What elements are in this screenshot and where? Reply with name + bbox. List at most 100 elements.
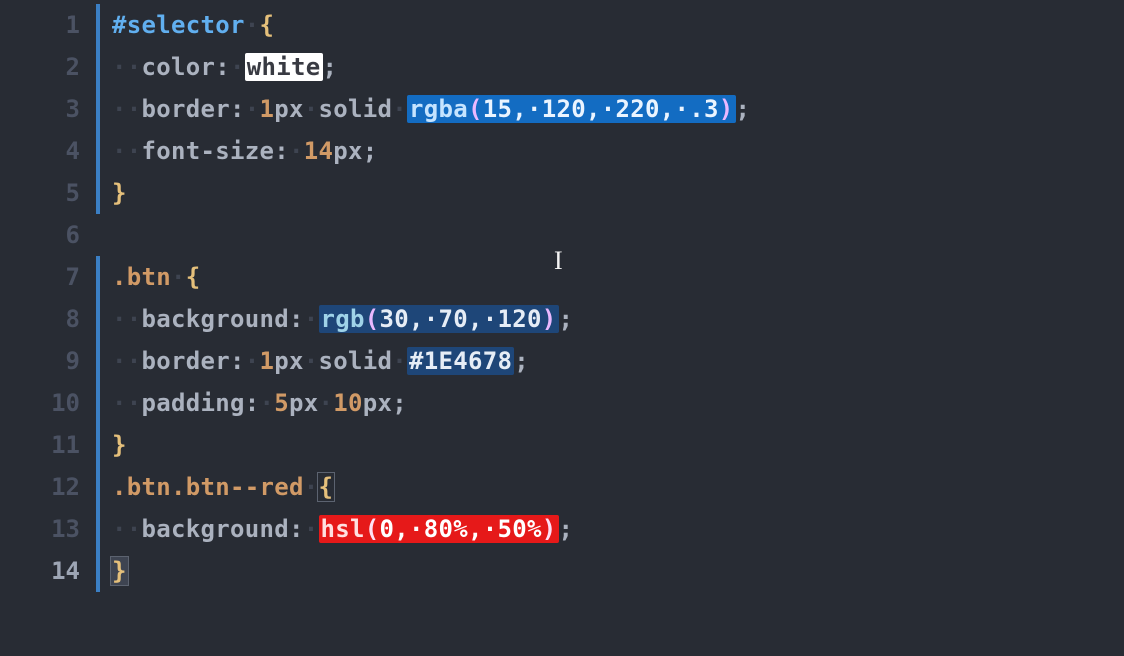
token: 10 xyxy=(333,389,363,417)
token: : xyxy=(274,137,289,165)
token: ·· xyxy=(112,95,142,123)
code-line[interactable]: 9··border:·1px·solid·#1E4678; xyxy=(0,340,1124,382)
token: } xyxy=(112,179,127,207)
token: , xyxy=(468,305,483,333)
token: 120 xyxy=(498,305,542,333)
line-number: 12 xyxy=(0,473,96,501)
fold-indicator xyxy=(96,130,100,172)
code-editor[interactable]: 1#selector·{2··color:·white;3··border:·1… xyxy=(0,0,1124,592)
code-content[interactable]: ··border:·1px·solid·#1E4678; xyxy=(112,347,529,375)
token: 15 xyxy=(483,95,513,123)
code-content[interactable]: ··padding:·5px·10px; xyxy=(112,389,407,417)
color-swatch[interactable]: hsl(0,·80%,·50%) xyxy=(319,515,559,543)
code-line[interactable]: 14} xyxy=(0,550,1124,592)
token: ) xyxy=(719,95,734,123)
token: · xyxy=(245,11,260,39)
code-content[interactable]: ··font-size:·14px; xyxy=(112,137,378,165)
token: : xyxy=(245,389,260,417)
token: ; xyxy=(514,347,529,375)
color-swatch[interactable]: white xyxy=(245,53,323,81)
token: 80% xyxy=(424,515,468,543)
token: ( xyxy=(365,305,380,333)
color-swatch[interactable]: rgb(30,·70,·120) xyxy=(319,305,559,333)
token: px xyxy=(333,137,363,165)
code-line[interactable]: 2··color:·white; xyxy=(0,46,1124,88)
token: px xyxy=(274,95,304,123)
token: ; xyxy=(736,95,751,123)
token: rgb xyxy=(321,305,365,333)
token: : xyxy=(289,305,304,333)
token: border xyxy=(142,95,231,123)
token: · xyxy=(319,389,334,417)
token: ·· xyxy=(112,347,142,375)
token: ·· xyxy=(112,305,142,333)
code-content[interactable]: } xyxy=(112,556,127,586)
token: , xyxy=(512,95,527,123)
code-content[interactable]: ··background:·hsl(0,·80%,·50%); xyxy=(112,515,573,543)
code-content[interactable]: ··background:·rgb(30,·70,·120); xyxy=(112,305,573,333)
token: .btn.btn--red xyxy=(112,473,304,501)
code-line[interactable]: 7.btn·{ xyxy=(0,256,1124,298)
token: { xyxy=(317,472,336,502)
fold-indicator xyxy=(96,424,100,466)
token: rgba xyxy=(409,95,468,123)
token: ) xyxy=(542,515,557,543)
code-content[interactable]: .btn·{ xyxy=(112,263,201,291)
line-number: 14 xyxy=(0,557,96,585)
code-line[interactable]: 8··background:·rgb(30,·70,·120); xyxy=(0,298,1124,340)
code-content[interactable]: ··border:·1px·solid·rgba(15,·120,·220,·.… xyxy=(112,95,750,123)
fold-indicator xyxy=(96,298,100,340)
fold-indicator xyxy=(96,214,100,256)
fold-indicator xyxy=(96,340,100,382)
code-line[interactable]: 3··border:·1px·solid·rgba(15,·120,·220,·… xyxy=(0,88,1124,130)
code-line[interactable]: 6 xyxy=(0,214,1124,256)
token: color xyxy=(142,53,216,81)
token: · xyxy=(409,515,424,543)
color-swatch[interactable]: rgba(15,·120,·220,·.3) xyxy=(407,95,736,123)
token: · xyxy=(304,305,319,333)
line-number: 13 xyxy=(0,515,96,543)
code-line[interactable]: 11} xyxy=(0,424,1124,466)
token: · xyxy=(424,305,439,333)
token: · xyxy=(245,95,260,123)
token: ; xyxy=(363,137,378,165)
code-line[interactable]: 4··font-size:·14px; xyxy=(0,130,1124,172)
token: 1 xyxy=(260,347,275,375)
token: background xyxy=(142,515,290,543)
token: · xyxy=(289,137,304,165)
token: .btn xyxy=(112,263,171,291)
code-line[interactable]: 10··padding:·5px·10px; xyxy=(0,382,1124,424)
line-number: 3 xyxy=(0,95,96,123)
token: · xyxy=(171,263,186,291)
code-content[interactable]: } xyxy=(112,431,127,459)
fold-indicator xyxy=(96,88,100,130)
token: : xyxy=(230,347,245,375)
token: · xyxy=(260,389,275,417)
fold-indicator xyxy=(96,256,100,298)
token: · xyxy=(392,95,407,123)
line-number: 2 xyxy=(0,53,96,81)
token: ·· xyxy=(112,137,142,165)
code-line[interactable]: 1 #selector·{ xyxy=(0,4,1124,46)
token: px xyxy=(289,389,319,417)
code-content[interactable]: ··color:·white; xyxy=(112,53,337,81)
color-swatch[interactable]: #1E4678 xyxy=(407,347,514,375)
line-number: 1 xyxy=(0,11,96,39)
line-number: 5 xyxy=(0,179,96,207)
code-line[interactable]: 12 .btn.btn--red·{ xyxy=(0,466,1124,508)
code-content[interactable]: .btn.btn--red·{ xyxy=(112,472,333,502)
token: , xyxy=(586,95,601,123)
code-line[interactable]: 13··background:·hsl(0,·80%,·50%); xyxy=(0,508,1124,550)
code-line[interactable]: 5} xyxy=(0,172,1124,214)
fold-indicator xyxy=(96,4,100,46)
token: · xyxy=(304,515,319,543)
token: ; xyxy=(559,305,574,333)
code-content[interactable]: #selector·{ xyxy=(112,11,274,39)
token: · xyxy=(230,53,245,81)
code-content[interactable]: } xyxy=(112,179,127,207)
line-number: 6 xyxy=(0,221,96,249)
token: · xyxy=(245,347,260,375)
token: 70 xyxy=(439,305,469,333)
token: 5 xyxy=(274,389,289,417)
token: } xyxy=(110,556,129,586)
